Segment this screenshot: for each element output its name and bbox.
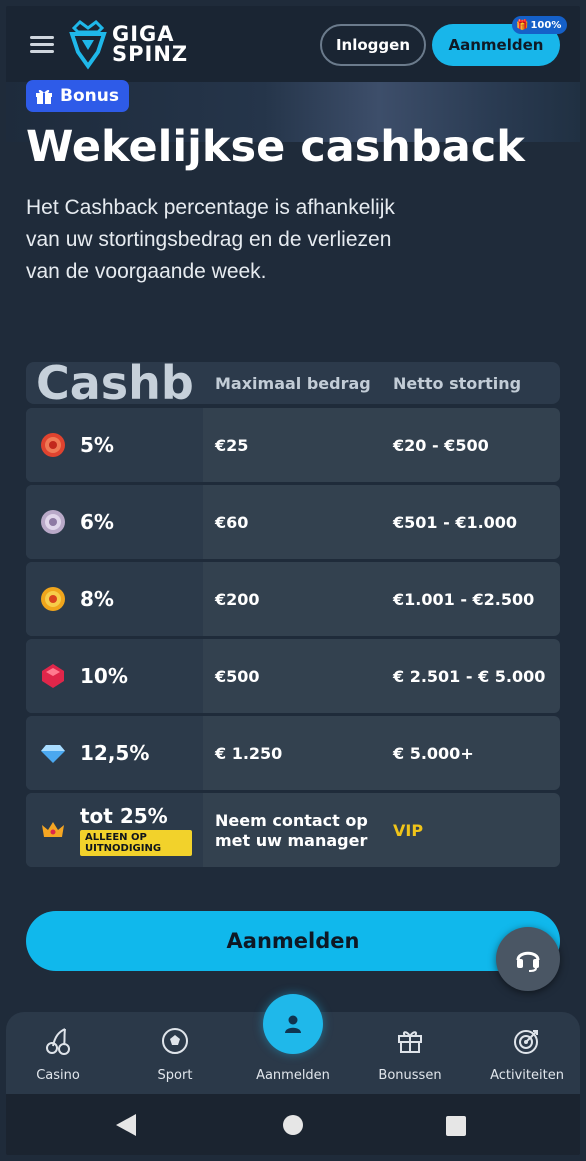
gift-icon [398, 1031, 422, 1053]
max-amount: €500 [215, 667, 260, 686]
page-description: Het Cashback percentage is afhankelijk v… [26, 196, 395, 283]
max-amount: € 1.250 [215, 744, 283, 763]
level-cell: 5% [26, 408, 203, 482]
user-icon [285, 1015, 301, 1033]
home-icon[interactable] [283, 1115, 303, 1135]
bonus-tag: Bonus [26, 80, 129, 112]
logo-text: GIGA SPINZ [112, 22, 189, 66]
max-amount: €60 [215, 513, 249, 532]
nav-bonuses[interactable]: Bonussen [355, 1012, 465, 1094]
table-row: 10% €500 € 2.501 - € 5.000 [26, 639, 560, 713]
table-row: tot 25% ALLEEN OP UITNODIGING Neem conta… [26, 793, 560, 867]
ruby-coin-icon [41, 433, 65, 457]
cashback-percent: 10% [80, 664, 128, 688]
net-deposit: €501 - €1.000 [393, 513, 518, 532]
cherries-icon [46, 1028, 70, 1055]
signup-bonus-badge: 🎁 100% [512, 16, 568, 34]
nav-sport[interactable]: Sport [120, 1012, 230, 1094]
net-deposit: € 2.501 - € 5.000 [393, 667, 546, 686]
silver-coin-icon [41, 510, 65, 534]
invite-only-badge: ALLEEN OP UITNODIGING [80, 830, 192, 856]
cashback-percent: 12,5% [80, 741, 150, 765]
column-max-amount: Maximaal bedrag [215, 374, 371, 393]
cashback-percent: 6% [80, 510, 114, 534]
crown-icon [42, 822, 64, 837]
back-icon[interactable] [116, 1114, 136, 1136]
diamond-icon [41, 745, 65, 763]
gift-icon [36, 89, 52, 104]
gold-coin-icon [41, 587, 65, 611]
column-net-deposit: Netto storting [393, 374, 522, 393]
headset-icon [516, 951, 540, 972]
level-cell: 6% [26, 485, 203, 559]
net-deposit: €20 - €500 [393, 436, 489, 455]
menu-icon[interactable] [30, 36, 54, 54]
red-gem-icon [42, 664, 64, 688]
cashback-table-header: Cashback Maximaal bedrag Netto storting [26, 360, 560, 406]
gift-icon: 🎁 [516, 19, 529, 31]
signup-cta-button[interactable]: Aanmelden [26, 911, 560, 971]
app-frame: GIGA SPINZ Inloggen Aanmelden 🎁 100% Bon… [6, 6, 580, 1155]
vip-level: tot 25% ALLEEN OP UITNODIGING [80, 804, 192, 856]
cashback-brand-text: Cashback [36, 360, 194, 406]
level-cell: tot 25% ALLEEN OP UITNODIGING [26, 793, 203, 867]
net-deposit: € 5.000+ [393, 744, 474, 763]
nav-casino[interactable]: Casino [6, 1012, 113, 1094]
nav-label: Sport [157, 1068, 193, 1083]
max-amount: Neem contact op met uw manager [215, 811, 368, 850]
max-amount: €200 [215, 590, 260, 609]
cashback-percent: tot 25% [80, 804, 168, 828]
table-row: 6% €60 €501 - €1.000 [26, 485, 560, 559]
nav-label: Casino [36, 1068, 80, 1083]
net-deposit: VIP [393, 821, 424, 840]
cashback-percent: 8% [80, 587, 114, 611]
logo-crown-icon [69, 20, 107, 70]
table-row: 12,5% € 1.250 € 5.000+ [26, 716, 560, 790]
target-icon [514, 1030, 538, 1054]
table-row: 8% €200 €1.001 - €2.500 [26, 562, 560, 636]
page-title: Wekelijkse cashback [26, 122, 525, 172]
nav-activities[interactable]: Activiteiten [472, 1012, 580, 1094]
support-button[interactable] [496, 927, 560, 991]
table-row: 5% €25 €20 - €500 [26, 408, 560, 482]
nav-signup-circle[interactable] [263, 994, 323, 1054]
net-deposit: €1.001 - €2.500 [393, 590, 535, 609]
level-cell: 8% [26, 562, 203, 636]
recent-apps-icon[interactable] [446, 1116, 466, 1136]
max-amount: €25 [215, 436, 249, 455]
system-nav-bar [6, 1094, 580, 1155]
soccer-ball-icon [162, 1028, 188, 1054]
bonus-tag-label: Bonus [60, 86, 119, 106]
login-button[interactable]: Inloggen [320, 24, 426, 66]
cashback-percent: 5% [80, 433, 114, 457]
nav-label: Aanmelden [256, 1068, 330, 1083]
logo[interactable]: GIGA SPINZ [68, 18, 188, 70]
nav-label: Activiteiten [490, 1068, 564, 1083]
level-cell: 10% [26, 639, 203, 713]
nav-label: Bonussen [378, 1068, 442, 1083]
top-header: GIGA SPINZ Inloggen Aanmelden 🎁 100% [6, 6, 580, 82]
level-cell: 12,5% [26, 716, 203, 790]
